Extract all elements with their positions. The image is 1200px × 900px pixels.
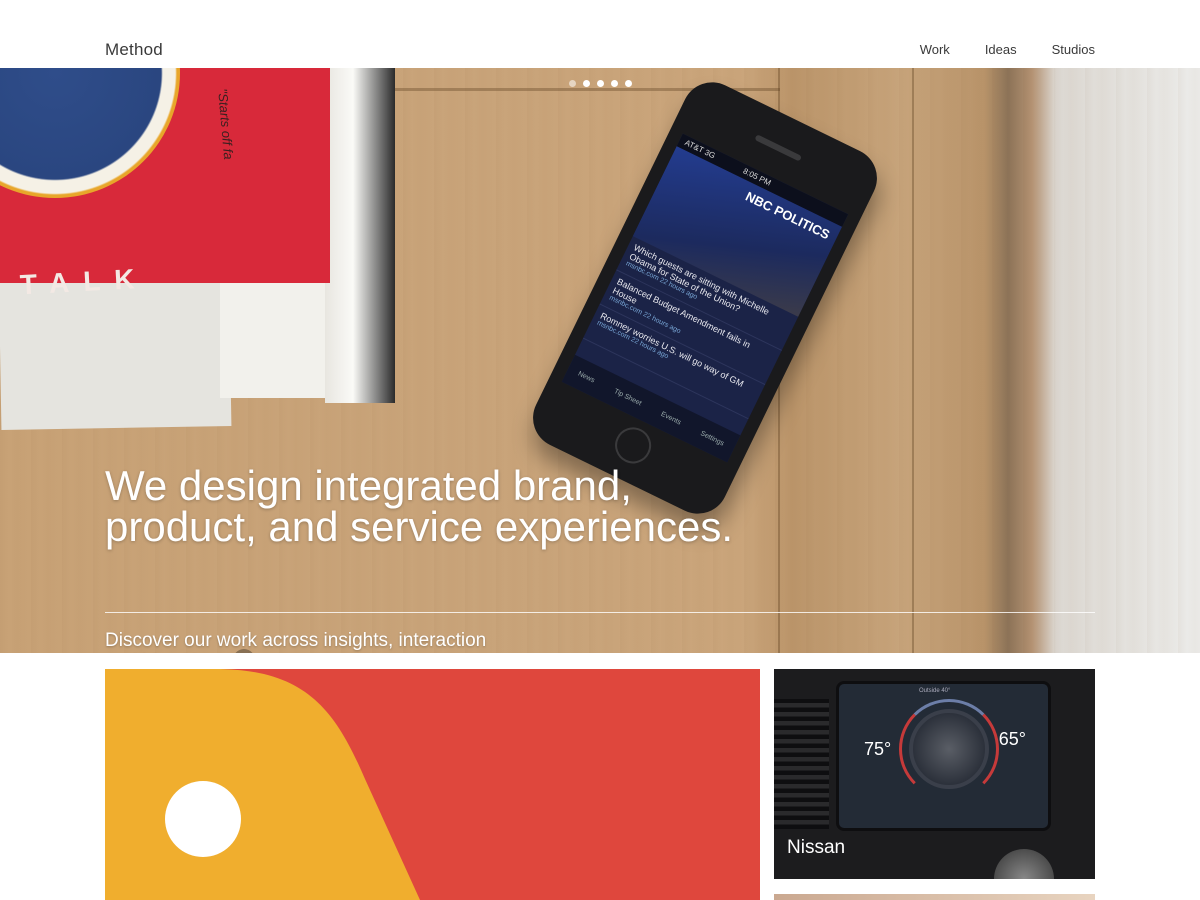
dash-outside-temp: Outside 40°: [919, 688, 951, 694]
dash-knob: [994, 849, 1054, 879]
work-tile-featured[interactable]: [105, 669, 760, 900]
hero-divider: [105, 612, 1095, 613]
book-emblem: [0, 68, 180, 198]
hero-slideshow: TALK "Starts off fa AT&T 3G 8:05 PM NBC …: [0, 68, 1200, 653]
phone-tab: Settings: [699, 429, 726, 448]
slide-dot[interactable]: [569, 80, 576, 87]
book-quote: "Starts off fa: [215, 88, 237, 161]
slide-pagination: [569, 80, 632, 87]
site-header: Method Work Ideas Studios: [0, 0, 1200, 68]
dashboard-screen: Outside 40° 75° 65°: [836, 681, 1051, 831]
slide-dot[interactable]: [611, 80, 618, 87]
phone-speaker: [754, 134, 802, 162]
tile-label: Nissan: [787, 837, 846, 858]
hero-subline-text: Discover our work across insights, inter…: [105, 630, 487, 653]
dash-seat-dial: [909, 709, 989, 789]
book-title: TALK: [19, 262, 150, 301]
main-nav: Work Ideas Studios: [920, 42, 1095, 57]
nav-item-work[interactable]: Work: [920, 42, 950, 57]
slide-dot[interactable]: [597, 80, 604, 87]
nav-item-studios[interactable]: Studios: [1052, 42, 1095, 57]
phone-tab: Tip Sheet: [612, 387, 643, 407]
book-cover: TALK "Starts off fa: [0, 68, 330, 300]
logo[interactable]: Method: [105, 40, 163, 60]
work-tile-nissan[interactable]: Outside 40° 75° 65° Nissan: [774, 669, 1095, 879]
hero-subline: Discover our work across insights, inter…: [105, 630, 505, 653]
phone-tab: Events: [659, 410, 683, 427]
phone-tab: News: [576, 370, 596, 384]
plank-seam: [912, 68, 914, 653]
slide-dot[interactable]: [625, 80, 632, 87]
dash-driver-temp: 75°: [864, 739, 892, 759]
air-vent: [774, 699, 829, 829]
slide-dot[interactable]: [583, 80, 590, 87]
white-circle: [165, 781, 241, 857]
nav-item-ideas[interactable]: Ideas: [985, 42, 1017, 57]
book-spine: [325, 68, 395, 403]
dash-passenger-temp: 65°: [998, 729, 1026, 749]
work-tile-next[interactable]: [774, 894, 1095, 900]
hero-headline: We design integrated brand, product, and…: [105, 462, 734, 550]
book-stack-image: TALK "Starts off fa: [0, 68, 395, 430]
